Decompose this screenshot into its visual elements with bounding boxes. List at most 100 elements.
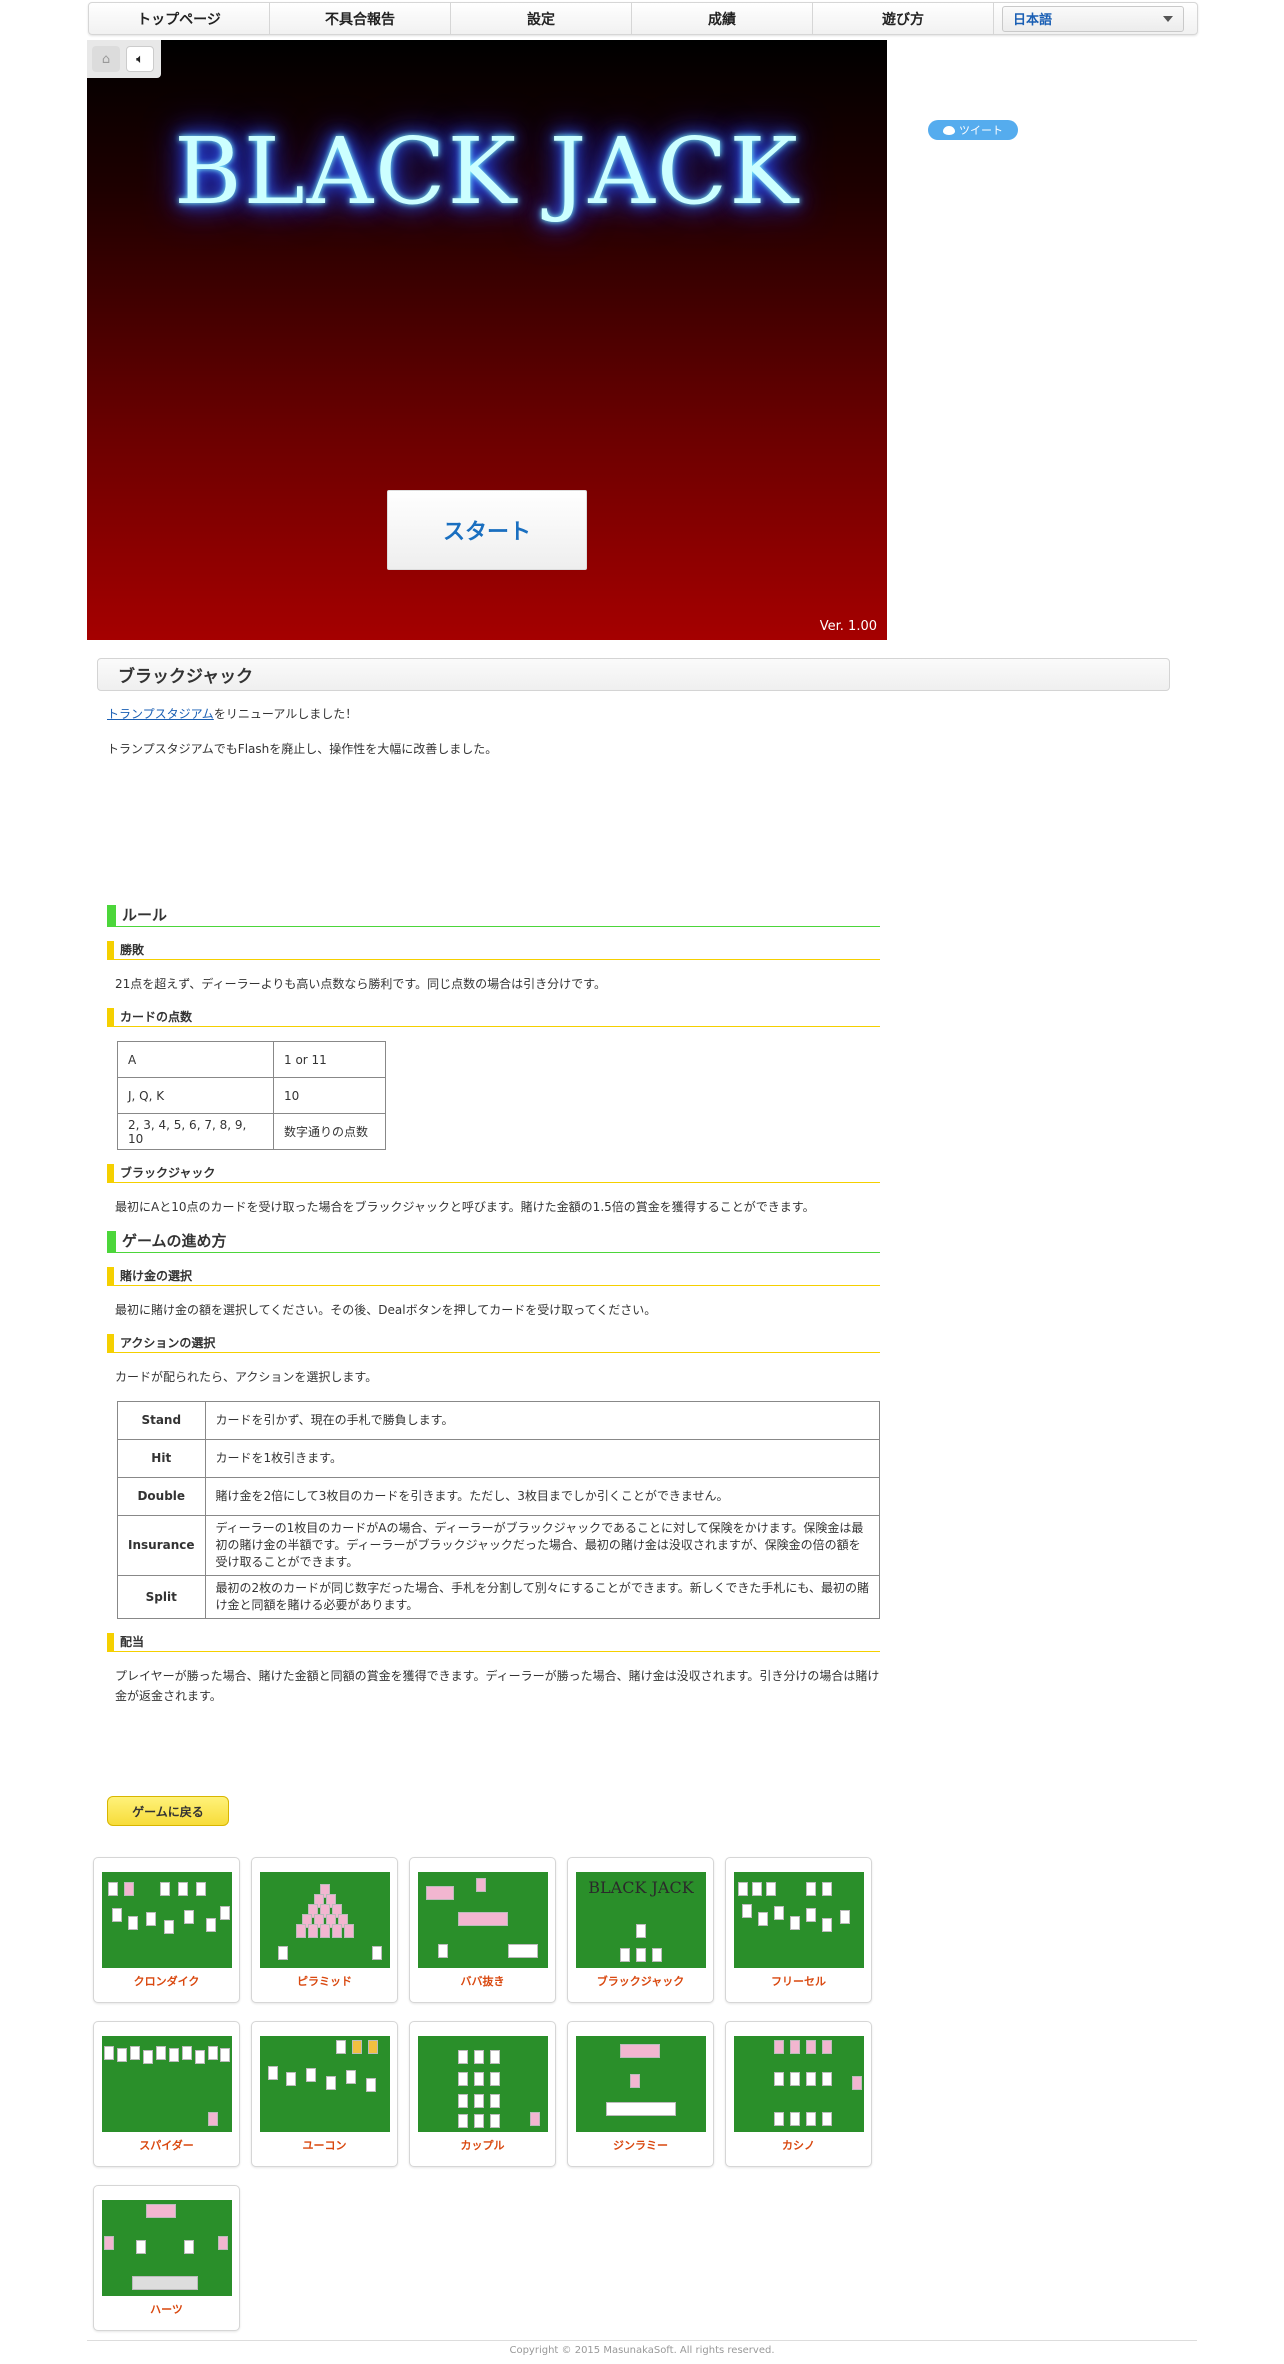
action-text: カードが配られたら、アクションを選択します。: [115, 1370, 378, 1384]
footer-divider: [87, 2340, 1197, 2341]
action-name: Stand: [117, 1401, 206, 1440]
nav-how-to-play[interactable]: 遊び方: [813, 3, 994, 34]
bet-text: 最初に賭け金の額を選択してください。その後、Dealボタンを押してカードを受け取…: [115, 1303, 657, 1317]
game-card-label: ユーコン: [302, 2139, 347, 2152]
game-card-freecell[interactable]: フリーセル: [725, 1857, 872, 2003]
game-card-label: スパイダー: [139, 2139, 194, 2152]
action-desc: カードを引かず、現在の手札で勝負します。: [204, 1401, 881, 1440]
game-card-casino[interactable]: カシノ: [725, 2021, 872, 2167]
game-card-label: カシノ: [782, 2139, 815, 2152]
game-card-spider[interactable]: スパイダー: [93, 2021, 240, 2167]
top-nav: トップページ 不具合報告 設定 成績 遊び方 日本語: [88, 2, 1198, 35]
game-thumbnail: [418, 2036, 548, 2132]
table-row: Split 最初の2枚のカードが同じ数字だった場合、手札を分割して別々にすること…: [117, 1575, 881, 1619]
rules-content: ルール 勝敗 21点を超えず、ディーラーよりも高い点数なら勝利です。同じ点数の場…: [107, 905, 881, 1720]
table-row: Insurance ディーラーの1枚目のカードがAの場合、ディーラーがブラックジ…: [117, 1515, 881, 1576]
table-row: A 1 or 11: [117, 1041, 386, 1078]
points-card: A: [117, 1041, 274, 1078]
back-to-game-button[interactable]: ゲームに戻る: [107, 1796, 229, 1826]
points-card: J, Q, K: [117, 1077, 274, 1114]
win-text: 21点を超えず、ディーラーよりも高い点数なら勝利です。同じ点数の場合は引き分けで…: [115, 977, 606, 991]
blackjack-heading: ブラックジャック: [107, 1164, 880, 1183]
action-desc: ディーラーの1枚目のカードがAの場合、ディーラーがブラックジャックであることに対…: [204, 1515, 881, 1576]
tweet-button[interactable]: ツイート: [928, 120, 1018, 140]
table-row: Double 賭け金を2倍にして3枚目のカードを引きます。ただし、3枚目までしか…: [117, 1477, 881, 1516]
payout-text: プレイヤーが勝った場合、賭けた金額と同額の賞金を獲得できます。ディーラーが勝った…: [115, 1669, 880, 1703]
game-card-pyramid[interactable]: ピラミッド: [251, 1857, 398, 2003]
speaker-icon[interactable]: 🔈︎: [126, 46, 154, 72]
points-value: 数字通りの点数: [273, 1113, 386, 1150]
table-row: J, Q, K 10: [117, 1077, 386, 1114]
action-heading: アクションの選択: [107, 1334, 880, 1353]
table-row: Stand カードを引かず、現在の手札で勝負します。: [117, 1401, 881, 1440]
game-title: BLACK JACK: [174, 118, 800, 225]
table-row: Hit カードを1枚引きます。: [117, 1439, 881, 1478]
game-card-klondike[interactable]: クロンダイク: [93, 1857, 240, 2003]
action-name: Hit: [117, 1439, 206, 1478]
start-button[interactable]: スタート: [387, 490, 587, 570]
version-label: Ver. 1.00: [819, 619, 877, 634]
stadium-link[interactable]: トランプスタジアム: [107, 707, 214, 721]
bet-heading: 賭け金の選択: [107, 1267, 880, 1286]
game-card-gin-rummy[interactable]: ジンラミー: [567, 2021, 714, 2167]
game-thumbnail: [260, 1872, 390, 1968]
game-card-blackjack[interactable]: BLACK JACK ブラックジャック: [567, 1857, 714, 2003]
game-canvas[interactable]: ⌂ 🔈︎ BLACK JACK スタート Ver. 1.00: [87, 40, 887, 640]
home-icon[interactable]: ⌂: [92, 46, 120, 72]
payout-heading: 配当: [107, 1633, 880, 1652]
action-name: Split: [117, 1575, 206, 1619]
action-desc: 最初の2枚のカードが同じ数字だった場合、手札を分割して別々にすることができます。…: [204, 1575, 881, 1619]
game-thumbnail: [418, 1872, 548, 1968]
game-card-label: カップル: [460, 2139, 505, 2152]
page-title: ブラックジャック: [97, 658, 1170, 691]
intro-line-1-rest: をリニューアルしました！: [213, 707, 358, 721]
game-card-label: クロンダイク: [133, 1975, 200, 1988]
game-card-label: ブラックジャック: [596, 1975, 685, 1988]
footer-copyright: Copyright © 2015 MasunakaSoft. All right…: [509, 2345, 775, 2356]
language-select-value: 日本語: [1013, 13, 1053, 28]
points-card: 2, 3, 4, 5, 6, 7, 8, 9, 10: [117, 1113, 274, 1150]
twitter-bird-icon: [943, 125, 955, 135]
game-thumbnail: [734, 1872, 864, 1968]
howto-heading: ゲームの進め方: [107, 1231, 880, 1253]
action-name: Double: [117, 1477, 206, 1516]
points-heading: カードの点数: [107, 1008, 880, 1027]
game-thumbnail: BLACK JACK: [576, 1872, 706, 1968]
points-table: A 1 or 11 J, Q, K 10 2, 3, 4, 5, 6, 7, 8…: [117, 1041, 386, 1150]
game-thumbnail: [576, 2036, 706, 2132]
tweet-label: ツイート: [959, 124, 1003, 137]
blackjack-text: 最初にAと10点のカードを受け取った場合をブラックジャックと呼びます。賭けた金額…: [115, 1200, 815, 1214]
thumbnail-title: BLACK JACK: [588, 1878, 694, 1897]
game-card-label: フリーセル: [771, 1975, 826, 1988]
game-card-hearts[interactable]: ハーツ: [93, 2185, 240, 2331]
game-thumbnail: [102, 2200, 232, 2296]
language-select[interactable]: 日本語: [1002, 5, 1184, 32]
intro-line-1: トランプスタジアムをリニューアルしました！: [107, 705, 357, 722]
game-card-yukon[interactable]: ユーコン: [251, 2021, 398, 2167]
game-card-couple[interactable]: カップル: [409, 2021, 556, 2167]
game-card-old-maid[interactable]: ババ抜き: [409, 1857, 556, 2003]
game-thumbnail: [260, 2036, 390, 2132]
nav-bug-report[interactable]: 不具合報告: [270, 3, 451, 34]
nav-records[interactable]: 成績: [632, 3, 813, 34]
game-card-label: ピラミッド: [297, 1975, 352, 1988]
nav-top-page[interactable]: トップページ: [89, 3, 270, 34]
action-name: Insurance: [117, 1515, 206, 1576]
rules-heading: ルール: [107, 905, 880, 927]
win-heading: 勝敗: [107, 941, 880, 960]
game-thumbnail: [102, 1872, 232, 1968]
action-table: Stand カードを引かず、現在の手札で勝負します。 Hit カードを1枚引きま…: [117, 1401, 881, 1619]
points-value: 10: [273, 1077, 386, 1114]
nav-language: 日本語: [994, 3, 1197, 34]
game-card-label: ジンラミー: [613, 2139, 668, 2152]
game-toolbar: ⌂ 🔈︎: [87, 40, 161, 78]
action-desc: 賭け金を2倍にして3枚目のカードを引きます。ただし、3枚目までしか引くことができ…: [204, 1477, 881, 1516]
chevron-down-icon: [1163, 15, 1173, 22]
game-card-label: ババ抜き: [460, 1975, 505, 1988]
game-thumbnail: [102, 2036, 232, 2132]
game-card-label: ハーツ: [150, 2303, 183, 2316]
intro-line-2: トランプスタジアムでもFlashを廃止し、操作性を大幅に改善しました。: [107, 742, 498, 756]
points-value: 1 or 11: [273, 1041, 386, 1078]
nav-settings[interactable]: 設定: [451, 3, 632, 34]
game-thumbnail: [734, 2036, 864, 2132]
